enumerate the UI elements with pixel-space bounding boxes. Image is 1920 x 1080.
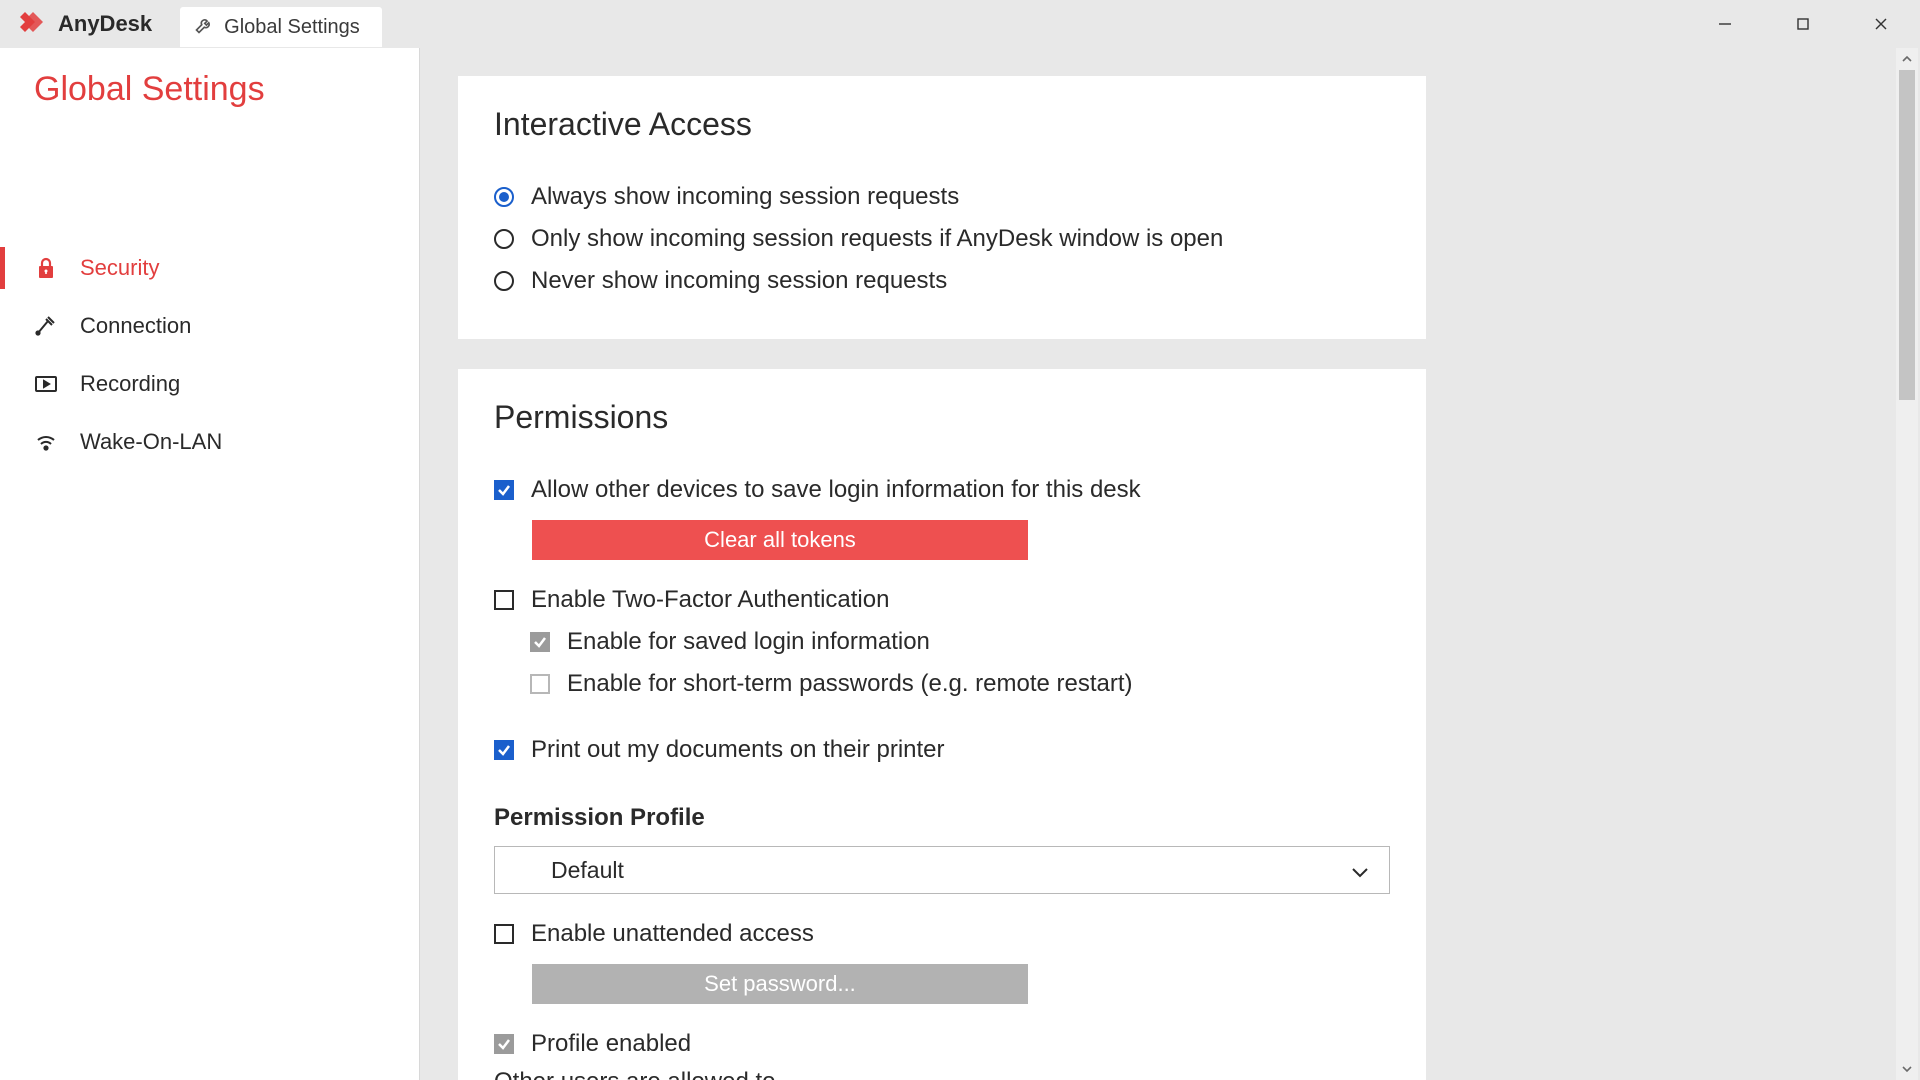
check-two-factor[interactable]: Enable Two-Factor Authentication <box>494 582 1390 618</box>
sidebar-item-recording[interactable]: Recording <box>0 355 419 413</box>
sidebar-item-wakeonlan[interactable]: Wake-On-LAN <box>0 413 419 471</box>
radio-never-show[interactable]: Never show incoming session requests <box>494 263 1390 299</box>
titlebar: AnyDesk Global Settings <box>0 0 1920 48</box>
checkbox-icon <box>494 1034 514 1054</box>
check-label: Profile enabled <box>531 1026 691 1062</box>
close-button[interactable] <box>1842 0 1920 48</box>
radio-icon <box>494 187 514 207</box>
scroll-up-icon[interactable] <box>1896 48 1918 70</box>
check-print-documents[interactable]: Print out my documents on their printer <box>494 732 1390 768</box>
check-profile-enabled: Profile enabled <box>494 1026 1390 1062</box>
check-unattended-access[interactable]: Enable unattended access <box>494 916 1390 952</box>
anydesk-logo-icon <box>18 10 48 39</box>
allowed-intro-text: Other users are allowed to... <box>494 1068 1390 1080</box>
check-label: Enable unattended access <box>531 916 814 952</box>
scrollbar-thumb[interactable] <box>1899 70 1915 400</box>
tab-global-settings[interactable]: Global Settings <box>180 7 382 47</box>
sidebar-item-label: Wake-On-LAN <box>80 429 222 455</box>
check-label: Enable for short-term passwords (e.g. re… <box>567 666 1133 702</box>
logo-area: AnyDesk <box>0 10 152 39</box>
scroll-down-icon[interactable] <box>1896 1058 1918 1080</box>
checkbox-icon <box>530 674 550 694</box>
radio-label: Never show incoming session requests <box>531 263 947 299</box>
sidebar-item-label: Recording <box>80 371 180 397</box>
lock-icon <box>34 257 58 279</box>
connector-icon <box>34 315 58 337</box>
permission-profile-heading: Permission Profile <box>494 804 1390 832</box>
checkbox-icon <box>494 924 514 944</box>
permission-profile-select[interactable]: Default <box>494 846 1390 894</box>
check-label: Enable for saved login information <box>567 624 930 660</box>
card-permissions: Permissions Allow other devices to save … <box>458 369 1426 1080</box>
check-allow-save-login[interactable]: Allow other devices to save login inform… <box>494 472 1390 508</box>
maximize-button[interactable] <box>1764 0 1842 48</box>
checkbox-icon <box>494 590 514 610</box>
sidebar: Global Settings Security Connection Reco… <box>0 48 420 1080</box>
radio-always-show[interactable]: Always show incoming session requests <box>494 179 1390 215</box>
wrench-icon <box>194 15 214 40</box>
sidebar-item-label: Security <box>80 255 159 281</box>
sidebar-item-security[interactable]: Security <box>0 239 419 297</box>
vertical-scrollbar[interactable] <box>1896 48 1918 1080</box>
tab-label: Global Settings <box>224 16 360 39</box>
chevron-down-icon <box>1351 857 1369 884</box>
minimize-button[interactable] <box>1686 0 1764 48</box>
radio-icon <box>494 229 514 249</box>
select-value: Default <box>551 857 624 884</box>
checkbox-icon <box>494 740 514 760</box>
check-two-factor-saved: Enable for saved login information <box>530 624 1390 660</box>
card-interactive-access: Interactive Access Always show incoming … <box>458 76 1426 339</box>
sidebar-item-label: Connection <box>80 313 191 339</box>
sidebar-item-connection[interactable]: Connection <box>0 297 419 355</box>
radio-only-window-open[interactable]: Only show incoming session requests if A… <box>494 221 1390 257</box>
radio-label: Always show incoming session requests <box>531 179 959 215</box>
checkbox-icon <box>494 480 514 500</box>
radio-label: Only show incoming session requests if A… <box>531 221 1223 257</box>
card-title: Permissions <box>494 399 1390 436</box>
check-two-factor-short: Enable for short-term passwords (e.g. re… <box>530 666 1390 702</box>
window-controls <box>1686 0 1920 48</box>
check-label: Enable Two-Factor Authentication <box>531 582 889 618</box>
check-label: Print out my documents on their printer <box>531 732 945 768</box>
clear-tokens-button[interactable]: Clear all tokens <box>532 520 1028 560</box>
radio-icon <box>494 271 514 291</box>
set-password-button: Set password... <box>532 964 1028 1004</box>
main-content: Interactive Access Always show incoming … <box>420 48 1920 1080</box>
wifi-icon <box>34 432 58 452</box>
check-label: Allow other devices to save login inform… <box>531 472 1141 508</box>
record-icon <box>34 374 58 394</box>
checkbox-icon <box>530 632 550 652</box>
page-title: Global Settings <box>0 70 419 109</box>
app-name: AnyDesk <box>58 11 152 37</box>
scrollbar-track[interactable] <box>1896 70 1918 1058</box>
card-title: Interactive Access <box>494 106 1390 143</box>
